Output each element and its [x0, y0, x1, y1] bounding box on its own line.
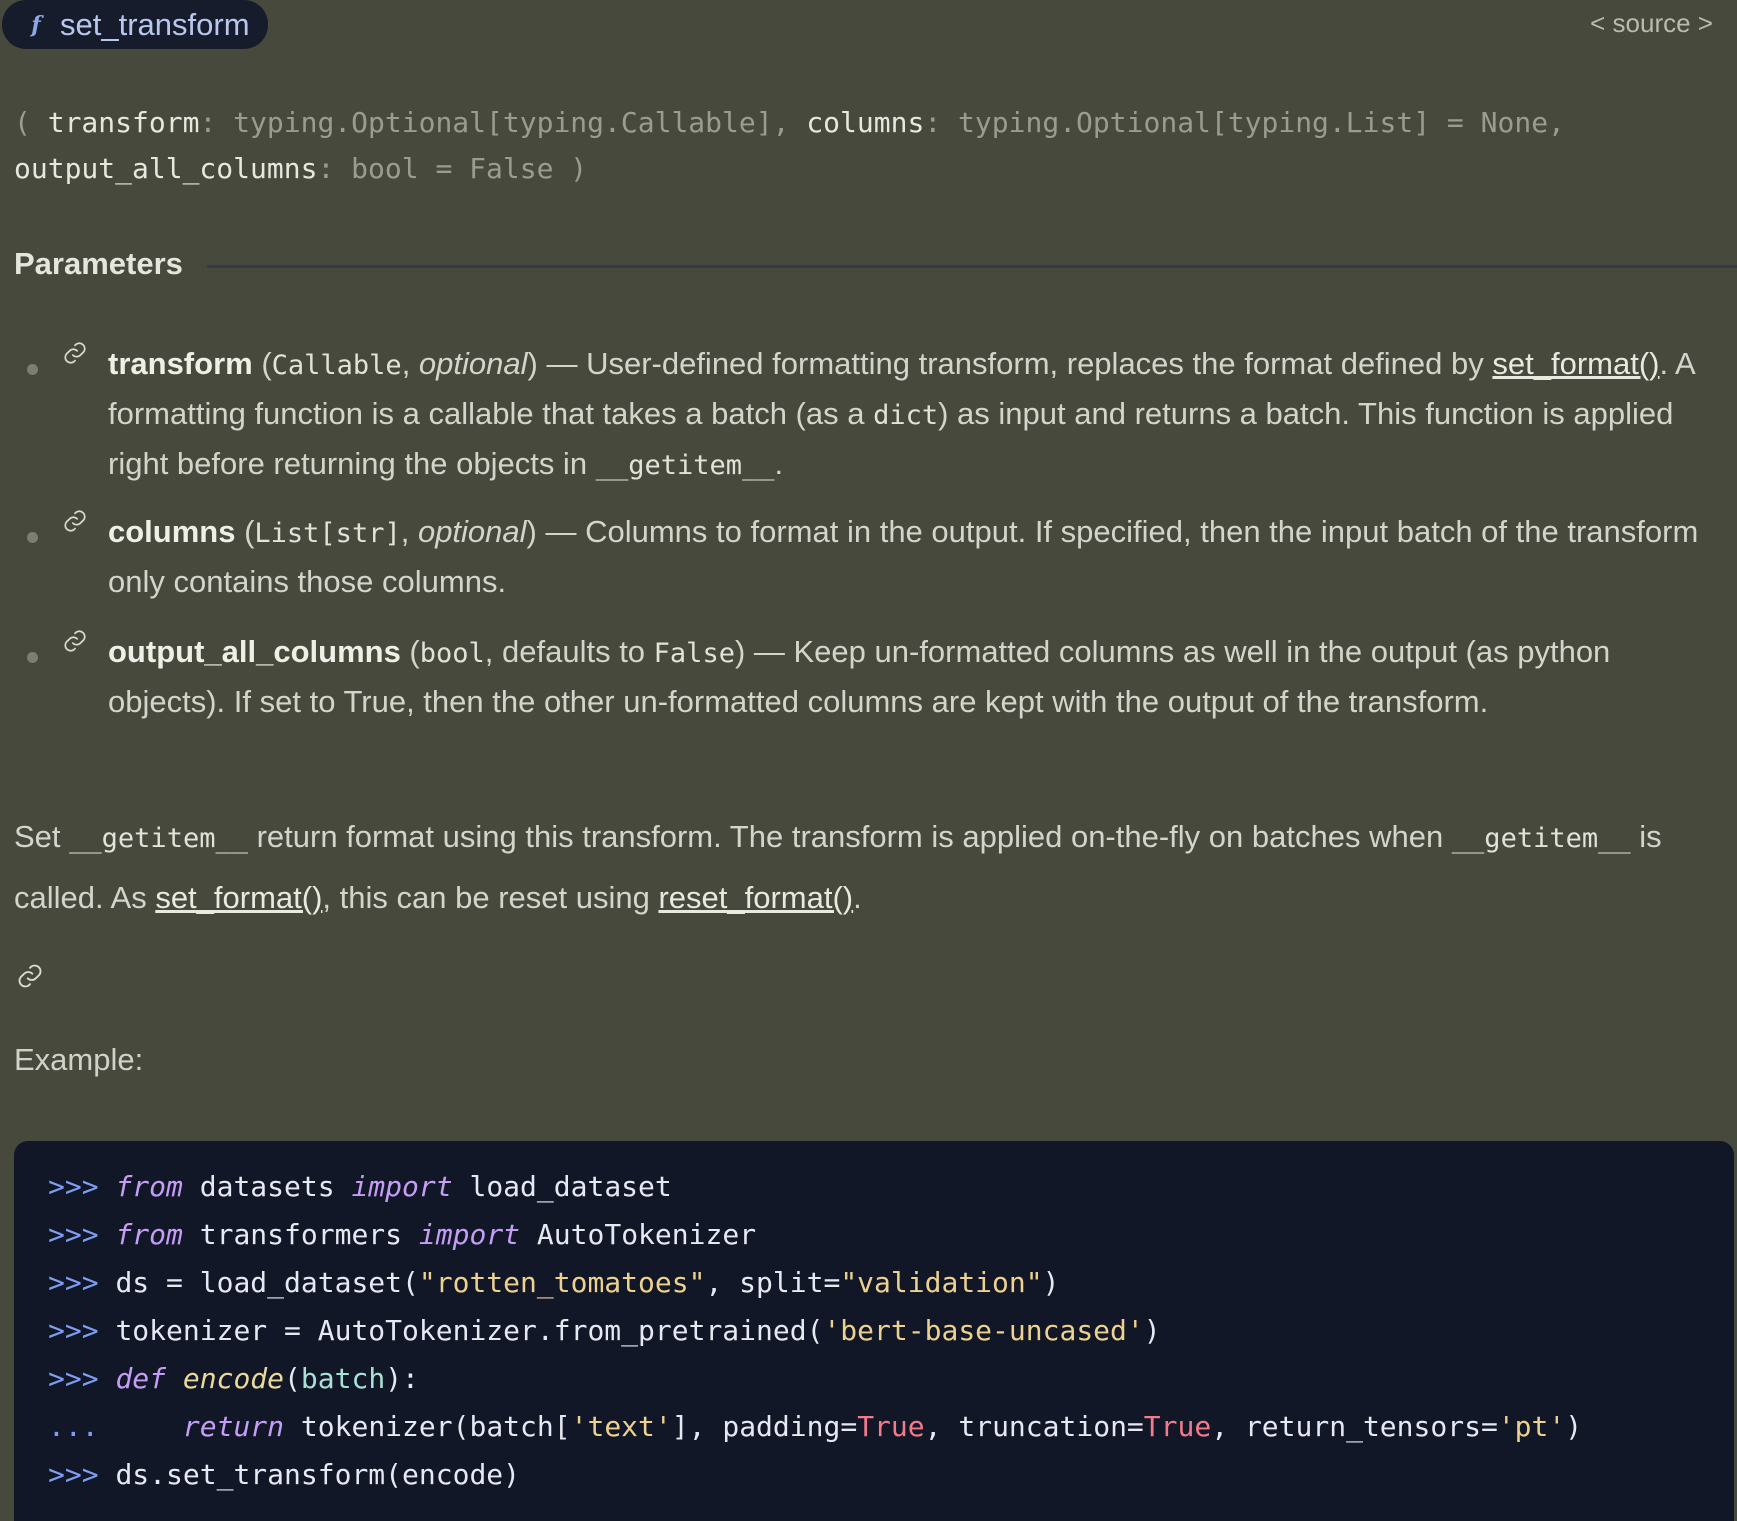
param-text: ,: [401, 346, 419, 381]
param-default: False: [653, 638, 735, 669]
code-keyword: from: [115, 1218, 183, 1251]
code-keyword: from: [115, 1170, 183, 1203]
param-text: , defaults to: [484, 634, 654, 669]
code-string: "validation": [840, 1266, 1043, 1299]
param-text: ,: [400, 514, 418, 549]
param-text: (: [235, 514, 255, 549]
param-description: transform (Callable, optional) — User-de…: [108, 340, 1713, 490]
link-icon[interactable]: [62, 508, 88, 534]
link-icon[interactable]: [62, 340, 88, 366]
anchor-link-icon[interactable]: [16, 962, 44, 990]
desc-text: .: [853, 880, 862, 915]
link-icon[interactable]: [62, 628, 88, 654]
code-text: , return_tensors=: [1211, 1410, 1498, 1443]
code-prompt: >>>: [48, 1170, 99, 1203]
sig-open: (: [14, 106, 48, 139]
method-description: Set __getitem__ return format using this…: [14, 807, 1714, 927]
code-continuation: ...: [48, 1410, 99, 1443]
code-keyword: import: [351, 1170, 453, 1203]
sig-param-transform: transform: [47, 106, 200, 139]
inline-code-dict: dict: [873, 400, 939, 431]
param-text: .: [774, 446, 784, 481]
code-boolean: True: [1143, 1410, 1212, 1443]
list-bullet: [27, 652, 38, 663]
code-keyword: import: [418, 1218, 521, 1251]
sig-param-columns-type: : typing.Optional[typing.List] = None,: [924, 106, 1565, 139]
desc-text: , this can be reset using: [322, 880, 659, 915]
code-prompt: >>>: [48, 1266, 99, 1299]
param-text: (: [400, 634, 420, 669]
code-text: , split=: [705, 1266, 841, 1299]
parameters-section-header: Parameters: [14, 244, 1737, 284]
code-text: ): [1143, 1314, 1161, 1347]
code-function-name: encode: [182, 1362, 285, 1395]
code-prompt: >>>: [48, 1314, 99, 1347]
code-keyword: def: [115, 1362, 167, 1395]
code-string: "rotten_tomatoes": [418, 1266, 706, 1299]
code-keyword: return: [182, 1410, 285, 1443]
code-text: transformers: [182, 1218, 419, 1251]
list-bullet: [27, 364, 38, 375]
list-bullet: [27, 532, 38, 543]
code-text: tokenizer(batch[: [284, 1410, 571, 1443]
code-prompt: >>>: [48, 1362, 99, 1395]
example-label: Example:: [14, 1042, 144, 1077]
code-text: ): [1042, 1266, 1060, 1299]
code-string: 'text': [570, 1410, 672, 1443]
function-badge[interactable]: f set_transform: [2, 0, 268, 49]
param-name: transform: [108, 346, 253, 381]
code-text: ds.set_transform(encode): [115, 1458, 521, 1491]
param-name: output_all_columns: [108, 634, 401, 669]
param-text: (: [252, 346, 272, 381]
code-string: 'pt': [1497, 1410, 1566, 1443]
section-divider: [206, 264, 1737, 268]
code-text: AutoTokenizer: [520, 1218, 757, 1251]
inline-code-getitem: __getitem__: [1451, 823, 1631, 854]
param-description: columns (List[str], optional) — Columns …: [108, 508, 1713, 606]
code-text: , truncation=: [924, 1410, 1144, 1443]
parameters-heading: Parameters: [14, 246, 183, 281]
code-text: load_dataset: [452, 1170, 672, 1203]
sig-param-output-all-columns-type: : bool = False ): [317, 152, 588, 185]
desc-text: Set: [14, 819, 70, 854]
param-type: List[str]: [254, 518, 401, 549]
param-description: output_all_columns (bool, defaults to Fa…: [108, 628, 1713, 726]
code-example-block[interactable]: >>> from datasets import load_dataset >>…: [14, 1141, 1734, 1521]
sig-param-output-all-columns: output_all_columns: [14, 152, 318, 185]
code-text: ): [1565, 1410, 1583, 1443]
code-boolean: True: [857, 1410, 925, 1443]
set-format-link[interactable]: set_format(): [1492, 346, 1659, 381]
code-text: ):: [385, 1362, 419, 1395]
function-name: set_transform: [60, 6, 250, 42]
code-text: (: [284, 1362, 301, 1395]
param-type: Callable: [271, 350, 402, 381]
source-link[interactable]: < source >: [1590, 8, 1713, 39]
inline-code-getitem: __getitem__: [595, 450, 775, 481]
param-name: columns: [108, 514, 236, 549]
code-text: ds = load_dataset(: [115, 1266, 419, 1299]
param-optional: optional: [417, 514, 527, 549]
desc-text: return format using this transform. The …: [247, 819, 1452, 854]
param-text: ) — User-defined formatting transform, r…: [527, 346, 1493, 381]
code-text: datasets: [182, 1170, 352, 1203]
code-argument: batch: [300, 1362, 386, 1395]
set-format-link[interactable]: set_format(): [155, 880, 322, 915]
code-string: 'bert-base-uncased': [823, 1314, 1144, 1347]
function-icon: f: [31, 11, 41, 38]
reset-format-link[interactable]: reset_format(): [658, 880, 853, 915]
function-signature: ( transform: typing.Optional[typing.Call…: [14, 100, 1714, 192]
code-content: >>> from datasets import load_dataset >>…: [48, 1163, 1582, 1499]
docs-page: f set_transform < source > ( transform: …: [0, 0, 1737, 1521]
sig-param-columns: columns: [806, 106, 925, 139]
code-text: tokenizer = AutoTokenizer.from_pretraine…: [115, 1314, 824, 1347]
code-prompt: >>>: [48, 1218, 99, 1251]
param-type: bool: [419, 638, 485, 669]
inline-code-getitem: __getitem__: [69, 823, 248, 854]
code-text: ], padding=: [671, 1410, 858, 1443]
sig-param-transform-type: : typing.Optional[typing.Callable],: [199, 106, 807, 139]
code-prompt: >>>: [48, 1458, 99, 1491]
param-optional: optional: [418, 346, 528, 381]
